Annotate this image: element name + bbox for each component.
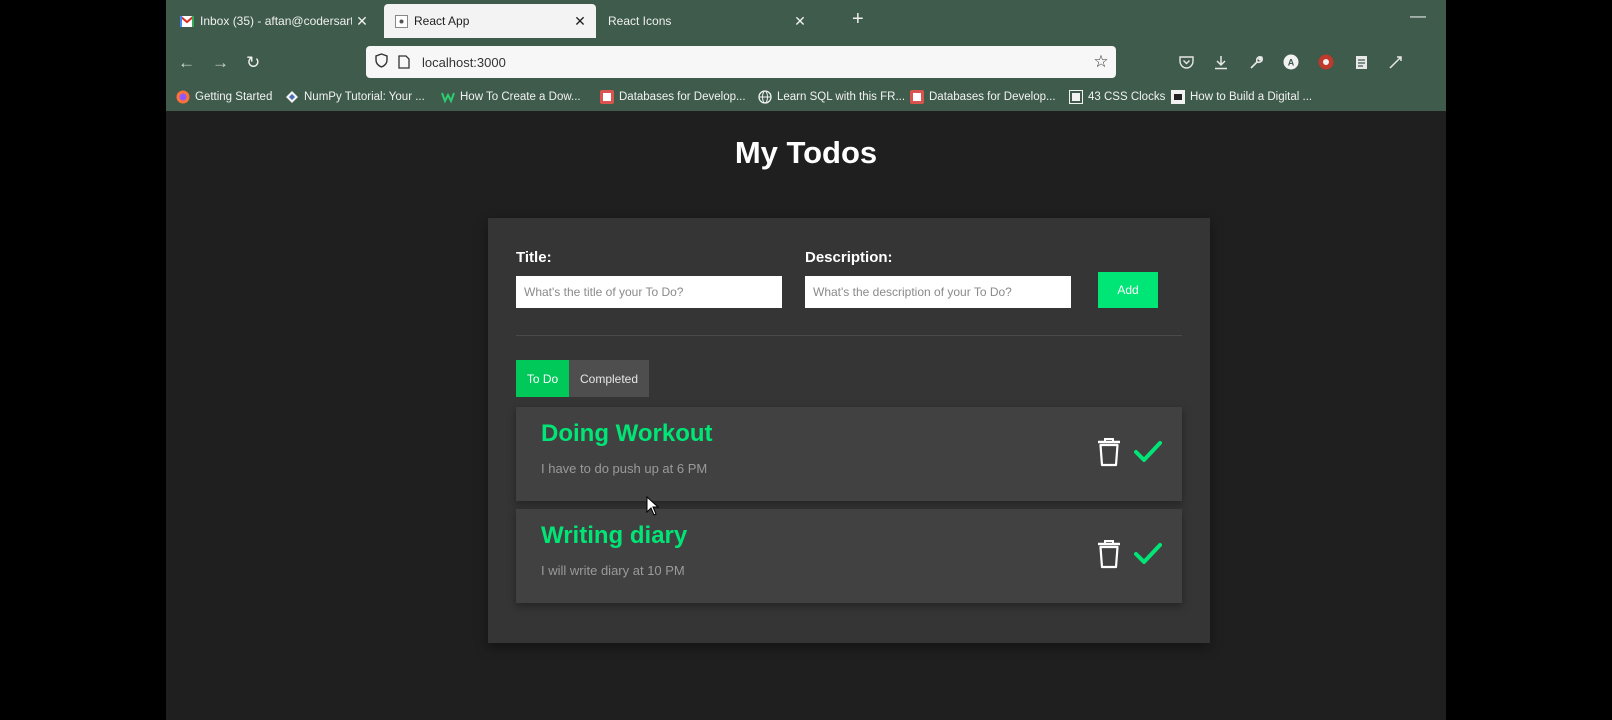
bookmark-label: Databases for Develop... (619, 91, 746, 103)
forward-arrow-icon[interactable]: → (212, 53, 229, 73)
site-icon (1069, 90, 1083, 104)
overflow-icon[interactable] (1386, 53, 1404, 71)
todo-title: Doing Workout (541, 420, 713, 447)
check-icon[interactable] (1134, 541, 1162, 567)
title-input[interactable] (516, 276, 782, 308)
page-title: My Todos (734, 135, 878, 170)
back-arrow-icon[interactable]: ← (178, 53, 195, 73)
bookmarks-bar: Getting Started NumPy Tutorial: Your ...… (166, 85, 1446, 111)
screen: Inbox (35) - aftan@codersarts.c ✕ React … (166, 0, 1446, 720)
close-icon[interactable]: ✕ (790, 13, 810, 30)
browser-tab-inbox[interactable]: Inbox (35) - aftan@codersarts.c ✕ (170, 4, 378, 38)
account-icon[interactable]: A (1282, 53, 1300, 71)
trash-icon[interactable] (1096, 437, 1122, 467)
todo-title: Writing diary (541, 522, 688, 549)
gmail-icon (180, 14, 194, 28)
description-label: Description: (805, 249, 893, 266)
bookmark-item[interactable]: Getting Started (176, 90, 272, 104)
react-icon (394, 14, 408, 28)
bookmark-icon (600, 90, 614, 104)
bookmark-label: How to Build a Digital ... (1190, 91, 1313, 103)
minimize-button[interactable]: — (1410, 8, 1426, 26)
browser-tab-react-icons[interactable]: React Icons ✕ (598, 4, 816, 38)
bookmark-label: 43 CSS Clocks (1088, 91, 1166, 103)
todo-description: I will write diary at 10 PM (541, 563, 685, 578)
trash-icon[interactable] (1096, 539, 1122, 569)
bookmark-label: How To Create a Dow... (460, 91, 581, 103)
bookmark-label: Databases for Develop... (929, 91, 1056, 103)
tab-todo[interactable]: To Do (516, 360, 569, 397)
site-icon (441, 90, 455, 104)
close-icon[interactable]: ✕ (352, 13, 372, 30)
bookmark-item[interactable]: Learn SQL with this FR... (758, 90, 905, 104)
url-text: localhost:3000 (422, 54, 506, 70)
bookmark-item[interactable]: 43 CSS Clocks (1069, 90, 1165, 104)
globe-icon (758, 90, 772, 104)
new-tab-button[interactable]: + (852, 8, 864, 31)
bookmark-icon (910, 90, 924, 104)
firefox-icon (176, 90, 190, 104)
bookmark-label: NumPy Tutorial: Your ... (304, 91, 425, 103)
url-bar[interactable]: localhost:3000 ☆ (366, 46, 1116, 78)
site-icon (1171, 90, 1185, 104)
bookmark-item[interactable]: How To Create a Dow... (441, 90, 581, 104)
mouse-cursor-icon (646, 496, 660, 516)
pocket-icon[interactable] (1177, 53, 1195, 71)
svg-text:A: A (1288, 58, 1295, 68)
browser-tab-strip: Inbox (35) - aftan@codersarts.c ✕ React … (166, 0, 1446, 41)
add-button[interactable]: Add (1098, 272, 1158, 308)
page-icon (396, 54, 412, 70)
bookmark-label: Learn SQL with this FR... (777, 91, 906, 103)
tab-completed[interactable]: Completed (569, 360, 649, 397)
bookmark-item[interactable]: How to Build a Digital ... (1171, 90, 1312, 104)
reader-icon[interactable] (1352, 53, 1370, 71)
title-label: Title: (516, 249, 552, 266)
check-icon[interactable] (1134, 439, 1162, 465)
todo-description: I have to do push up at 6 PM (541, 461, 708, 476)
wrench-icon[interactable] (1247, 53, 1265, 71)
browser-tab-react-app[interactable]: React App ✕ (384, 4, 596, 38)
bookmark-label: Getting Started (195, 91, 273, 103)
tab-title: React App (414, 14, 470, 28)
bookmark-item[interactable]: NumPy Tutorial: Your ... (285, 90, 425, 104)
todo-item: Writing diary I will write diary at 10 P… (516, 509, 1182, 603)
divider (516, 335, 1182, 336)
description-input[interactable] (805, 276, 1071, 308)
numpy-icon (285, 90, 299, 104)
reload-icon[interactable]: ↻ (246, 53, 260, 73)
close-icon[interactable]: ✕ (570, 13, 590, 30)
browser-nav-bar: ← → ↻ localhost:3000 ☆ A (166, 41, 1446, 85)
star-icon[interactable]: ☆ (1086, 52, 1116, 72)
bookmark-item[interactable]: Databases for Develop... (910, 90, 1056, 104)
download-icon[interactable] (1212, 53, 1230, 71)
bookmark-item[interactable]: Databases for Develop... (600, 90, 746, 104)
shield-icon[interactable] (366, 53, 396, 71)
todo-card: Title: Description: Add To Do Completed … (488, 218, 1210, 643)
page-content: My Todos Title: Description: Add To Do C… (166, 111, 1446, 720)
extension-icon[interactable] (1317, 53, 1335, 71)
tab-title: Inbox (35) - aftan@codersarts.c (200, 14, 352, 28)
tab-title: React Icons (608, 14, 672, 28)
todo-item: Doing Workout I have to do push up at 6 … (516, 407, 1182, 501)
